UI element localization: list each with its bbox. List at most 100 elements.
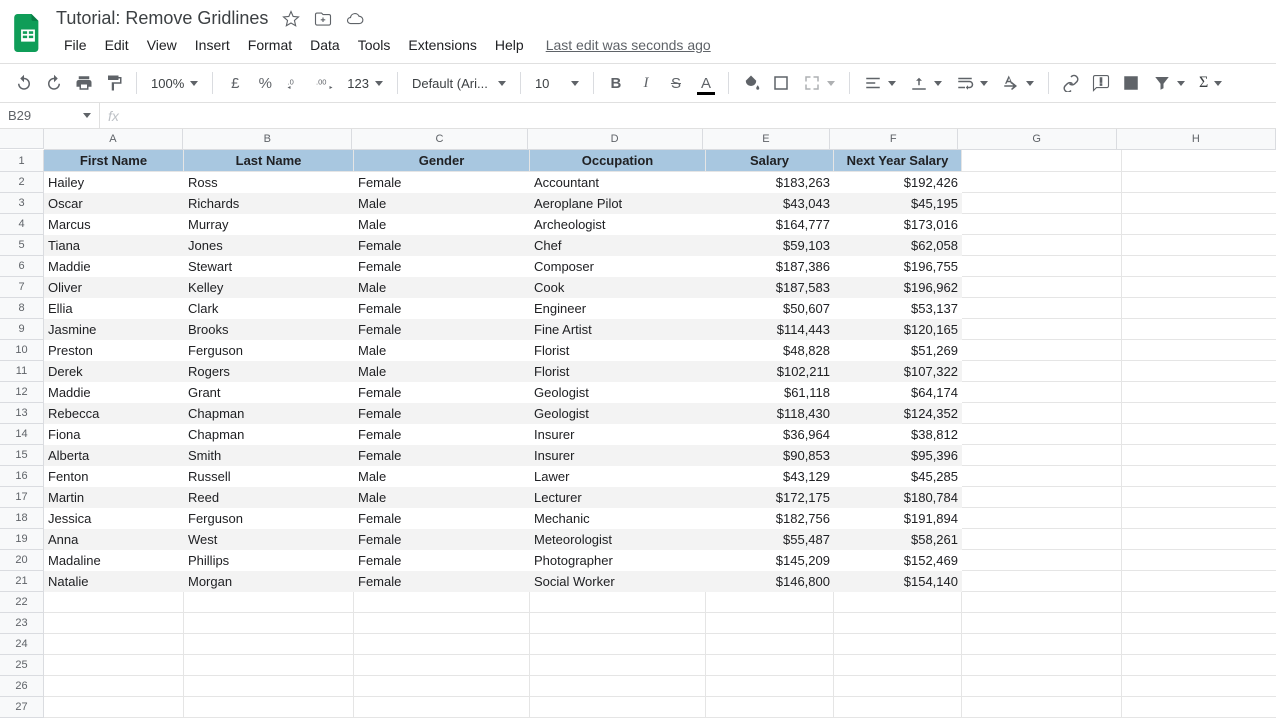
col-header-A[interactable]: A — [44, 129, 183, 150]
data-cell[interactable]: $182,756 — [706, 508, 834, 529]
empty-cell[interactable] — [834, 613, 962, 634]
data-cell[interactable]: Chef — [530, 235, 706, 256]
data-cell[interactable]: Female — [354, 508, 530, 529]
table-header-cell[interactable]: Gender — [354, 150, 530, 172]
empty-cell[interactable] — [354, 655, 530, 676]
empty-cell[interactable] — [1122, 655, 1276, 676]
table-header-cell[interactable]: Next Year Salary — [834, 150, 962, 172]
data-cell[interactable]: $152,469 — [834, 550, 962, 571]
data-cell[interactable]: Smith — [184, 445, 354, 466]
col-header-H[interactable]: H — [1117, 129, 1276, 150]
data-cell[interactable]: Jasmine — [44, 319, 184, 340]
move-folder-icon[interactable] — [314, 10, 332, 28]
empty-cell[interactable] — [834, 676, 962, 697]
empty-cell[interactable] — [184, 676, 354, 697]
row-header-6[interactable]: 6 — [0, 256, 44, 277]
empty-cell[interactable] — [962, 571, 1122, 592]
empty-cell[interactable] — [962, 634, 1122, 655]
empty-cell[interactable] — [962, 298, 1122, 319]
data-cell[interactable]: Female — [354, 550, 530, 571]
data-cell[interactable]: Jones — [184, 235, 354, 256]
data-cell[interactable]: Photographer — [530, 550, 706, 571]
data-cell[interactable]: Grant — [184, 382, 354, 403]
empty-cell[interactable] — [44, 676, 184, 697]
empty-cell[interactable] — [1122, 424, 1276, 445]
empty-cell[interactable] — [962, 466, 1122, 487]
data-cell[interactable]: Female — [354, 235, 530, 256]
empty-cell[interactable] — [354, 634, 530, 655]
data-cell[interactable]: $187,583 — [706, 277, 834, 298]
data-cell[interactable]: $53,137 — [834, 298, 962, 319]
empty-cell[interactable] — [706, 592, 834, 613]
data-cell[interactable]: Archeologist — [530, 214, 706, 235]
data-cell[interactable]: Female — [354, 172, 530, 193]
table-header-cell[interactable]: Occupation — [530, 150, 706, 172]
data-cell[interactable]: $180,784 — [834, 487, 962, 508]
font-family-combo[interactable]: Default (Ari... — [406, 70, 512, 96]
data-cell[interactable]: Oscar — [44, 193, 184, 214]
data-cell[interactable]: $90,853 — [706, 445, 834, 466]
data-cell[interactable]: $172,175 — [706, 487, 834, 508]
empty-cell[interactable] — [962, 277, 1122, 298]
empty-cell[interactable] — [44, 634, 184, 655]
row-header-8[interactable]: 8 — [0, 298, 44, 319]
data-cell[interactable]: $43,043 — [706, 193, 834, 214]
row-header-18[interactable]: 18 — [0, 508, 44, 529]
row-header-9[interactable]: 9 — [0, 319, 44, 340]
menu-extensions[interactable]: Extensions — [400, 33, 484, 57]
data-cell[interactable]: Alberta — [44, 445, 184, 466]
menu-file[interactable]: File — [56, 33, 95, 57]
data-cell[interactable]: $196,962 — [834, 277, 962, 298]
data-cell[interactable]: Male — [354, 214, 530, 235]
data-cell[interactable]: Geologist — [530, 382, 706, 403]
data-cell[interactable]: $196,755 — [834, 256, 962, 277]
data-cell[interactable]: Female — [354, 403, 530, 424]
data-cell[interactable]: Insurer — [530, 445, 706, 466]
empty-cell[interactable] — [706, 697, 834, 718]
row-header-21[interactable]: 21 — [0, 571, 44, 592]
merge-cells-icon[interactable] — [797, 70, 841, 96]
empty-cell[interactable] — [354, 676, 530, 697]
row-header-3[interactable]: 3 — [0, 193, 44, 214]
data-cell[interactable]: Marcus — [44, 214, 184, 235]
data-cell[interactable]: Chapman — [184, 424, 354, 445]
data-cell[interactable]: Female — [354, 319, 530, 340]
empty-cell[interactable] — [1122, 382, 1276, 403]
empty-cell[interactable] — [962, 613, 1122, 634]
data-cell[interactable]: $183,263 — [706, 172, 834, 193]
data-cell[interactable]: Russell — [184, 466, 354, 487]
empty-cell[interactable] — [962, 340, 1122, 361]
increase-decimal-icon[interactable]: .00 — [311, 69, 339, 97]
data-cell[interactable]: Madaline — [44, 550, 184, 571]
number-format-combo[interactable]: 123 — [341, 70, 389, 96]
data-cell[interactable]: $55,487 — [706, 529, 834, 550]
empty-cell[interactable] — [184, 697, 354, 718]
insert-chart-icon[interactable] — [1117, 69, 1145, 97]
data-cell[interactable]: $36,964 — [706, 424, 834, 445]
data-cell[interactable]: Male — [354, 466, 530, 487]
menu-data[interactable]: Data — [302, 33, 348, 57]
data-cell[interactable]: $59,103 — [706, 235, 834, 256]
empty-cell[interactable] — [1122, 361, 1276, 382]
data-cell[interactable]: $50,607 — [706, 298, 834, 319]
sheets-logo[interactable] — [12, 12, 44, 54]
data-cell[interactable]: Male — [354, 361, 530, 382]
table-header-cell[interactable]: Last Name — [184, 150, 354, 172]
empty-cell[interactable] — [1122, 466, 1276, 487]
cloud-status-icon[interactable] — [346, 10, 364, 28]
data-cell[interactable]: Preston — [44, 340, 184, 361]
empty-cell[interactable] — [1122, 550, 1276, 571]
data-cell[interactable]: Female — [354, 424, 530, 445]
empty-cell[interactable] — [44, 592, 184, 613]
empty-cell[interactable] — [354, 613, 530, 634]
data-cell[interactable]: Male — [354, 487, 530, 508]
empty-cell[interactable] — [1122, 697, 1276, 718]
data-cell[interactable]: $62,058 — [834, 235, 962, 256]
table-header-cell[interactable]: First Name — [44, 150, 184, 172]
data-cell[interactable]: Hailey — [44, 172, 184, 193]
empty-cell[interactable] — [1122, 298, 1276, 319]
data-cell[interactable]: $45,285 — [834, 466, 962, 487]
data-cell[interactable]: Female — [354, 256, 530, 277]
row-header-19[interactable]: 19 — [0, 529, 44, 550]
row-header-22[interactable]: 22 — [0, 592, 44, 613]
